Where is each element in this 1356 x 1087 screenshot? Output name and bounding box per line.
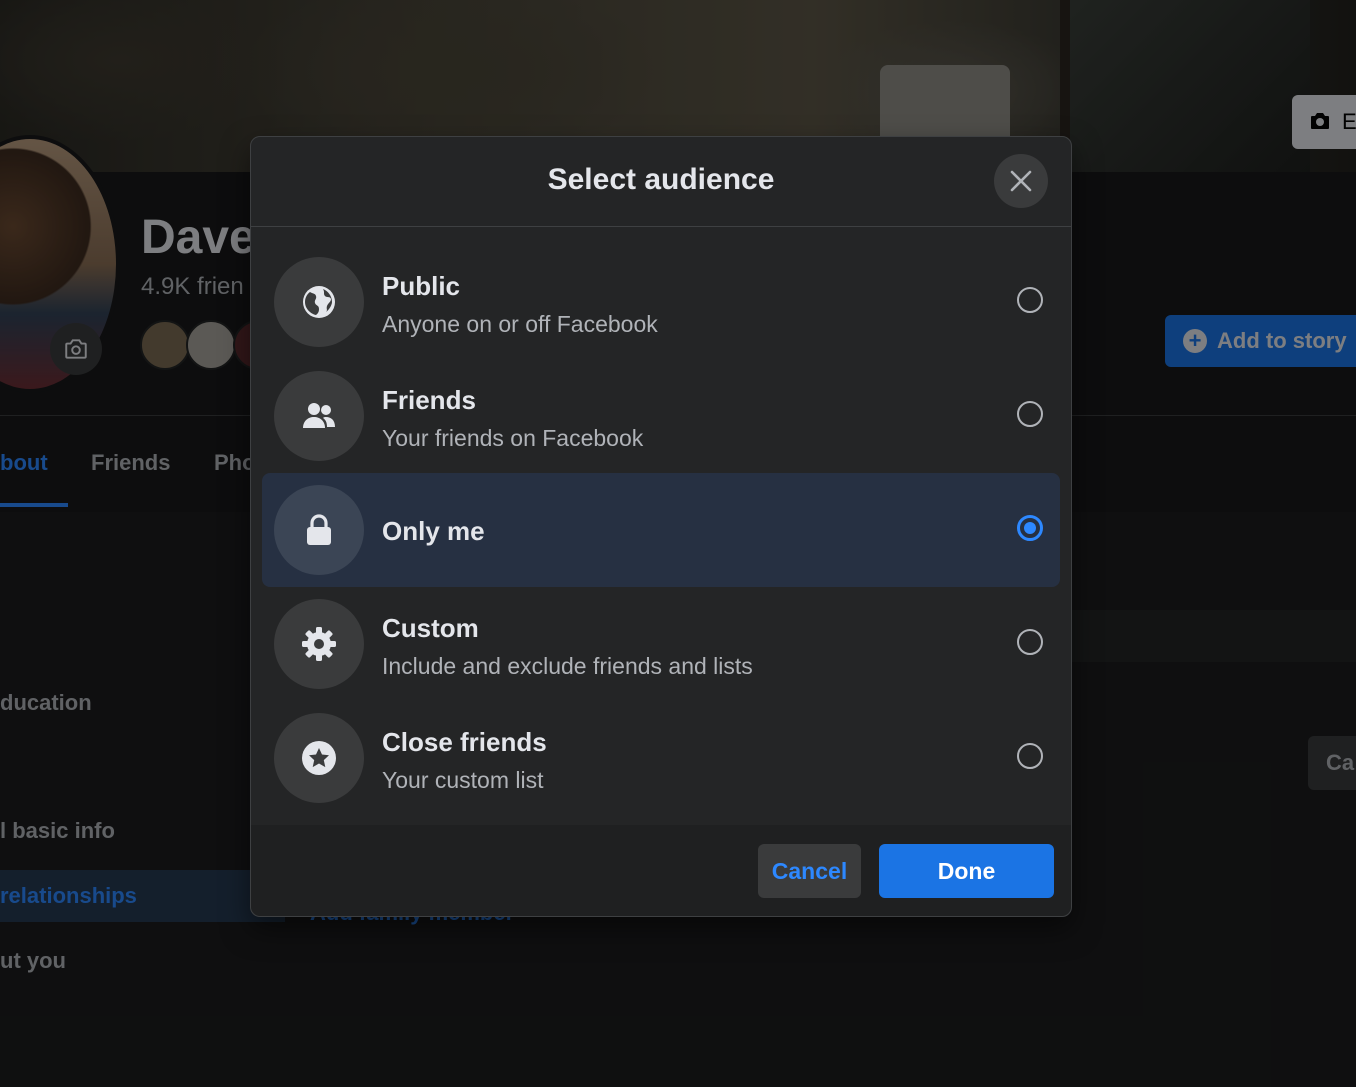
done-button[interactable]: Done [879, 844, 1054, 898]
audience-option-friends[interactable]: Friends Your friends on Facebook [262, 359, 1060, 473]
gear-icon [302, 627, 336, 661]
option-icon-circle [274, 371, 364, 461]
dialog-header: Select audience [251, 137, 1071, 227]
option-title: Only me [382, 516, 485, 546]
option-icon-circle [274, 485, 364, 575]
option-icon-circle [274, 257, 364, 347]
close-button[interactable] [994, 154, 1048, 208]
radio-button[interactable] [1017, 401, 1043, 427]
option-title: Public [382, 271, 461, 301]
option-icon-circle [274, 599, 364, 689]
radio-button-selected[interactable] [1017, 515, 1043, 541]
star-icon [302, 741, 336, 775]
radio-button[interactable] [1017, 743, 1043, 769]
option-subtitle: Anyone on or off Facebook [382, 311, 658, 337]
audience-option-close-friends[interactable]: Close friends Your custom list [262, 701, 1060, 815]
option-subtitle: Your friends on Facebook [382, 425, 644, 451]
option-title: Custom [382, 613, 479, 643]
radio-button[interactable] [1017, 629, 1043, 655]
radio-button[interactable] [1017, 287, 1043, 313]
audience-option-custom[interactable]: Custom Include and exclude friends and l… [262, 587, 1060, 701]
option-title: Close friends [382, 727, 547, 757]
option-subtitle: Include and exclude friends and lists [382, 653, 753, 679]
close-icon [1010, 170, 1032, 192]
option-icon-circle [274, 713, 364, 803]
cancel-button[interactable]: Cancel [758, 844, 861, 898]
dialog-title: Select audience [547, 163, 775, 196]
lock-icon [307, 514, 331, 545]
audience-option-only-me[interactable]: Only me [262, 473, 1060, 587]
option-title: Friends [382, 385, 476, 415]
audience-option-public[interactable]: Public Anyone on or off Facebook [262, 245, 1060, 359]
friends-icon [303, 403, 335, 428]
globe-icon [303, 286, 335, 318]
dialog-footer: Cancel Done [251, 825, 1071, 916]
select-audience-dialog: Select audience Public Anyone on or off … [250, 136, 1072, 917]
option-subtitle: Your custom list [382, 767, 544, 793]
